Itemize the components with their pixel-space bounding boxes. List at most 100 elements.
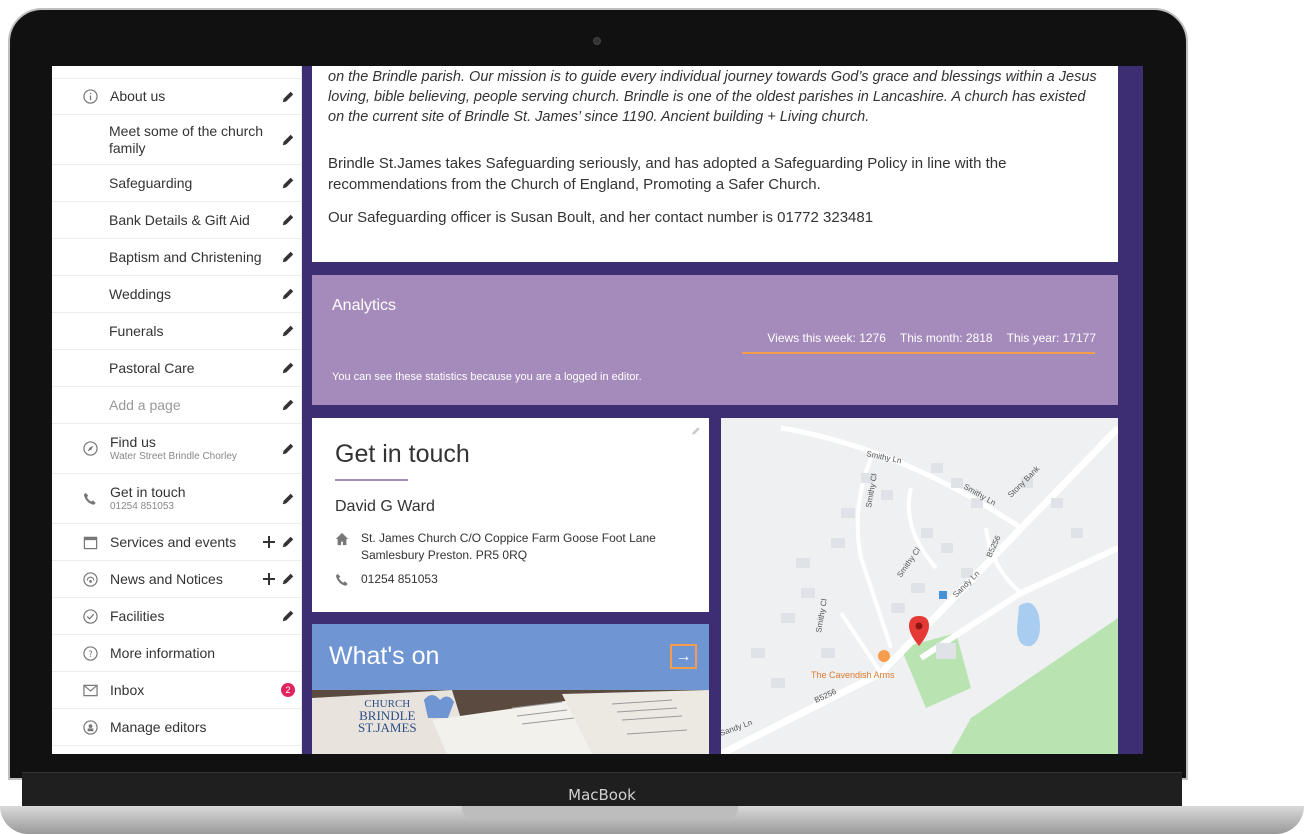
edit-pencil-icon[interactable] <box>281 90 295 104</box>
sidebar-item-weddings[interactable]: Weddings <box>52 276 301 313</box>
contact-phone[interactable]: 01254 851053 <box>361 572 438 586</box>
add-icon[interactable] <box>263 536 275 548</box>
safeguarding-officer-text: Our Safeguarding officer is Susan Boult,… <box>328 209 874 226</box>
edit-pencil-icon[interactable] <box>281 361 295 375</box>
sidebar-item-more-info[interactable]: ? More information <box>52 635 301 672</box>
sidebar-item-church-family[interactable]: Meet some of the church family <box>52 115 301 165</box>
envelope-icon <box>82 682 98 698</box>
analytics-title: Analytics <box>332 297 397 314</box>
sidebar-item-subtext: 01254 851053 <box>110 501 174 512</box>
question-icon: ? <box>82 645 98 661</box>
calendar-icon <box>82 534 98 550</box>
sidebar-item-label: News and Notices <box>110 570 223 587</box>
views-year: This year: 17177 <box>1006 331 1096 345</box>
edit-pencil-icon[interactable] <box>281 398 295 412</box>
contact-name: David G Ward <box>335 498 435 515</box>
edit-pencil-icon[interactable] <box>281 442 295 456</box>
sidebar-item-bank-details[interactable]: Bank Details & Gift Aid <box>52 202 301 239</box>
sidebar-item-baptism[interactable]: Baptism and Christening <box>52 239 301 276</box>
edit-pencil-icon[interactable] <box>281 492 295 506</box>
contact-title: Get in touch <box>335 440 470 468</box>
whats-on-panel: What's on → CHURCH BRINDLE ST.JAMES <box>312 624 709 754</box>
sidebar-item-label: Inbox <box>110 681 145 698</box>
pub-icon[interactable] <box>878 650 890 662</box>
home-icon <box>335 532 349 546</box>
add-icon[interactable] <box>263 573 275 585</box>
broadcast-icon <box>82 571 98 587</box>
editor-sidebar: About us Meet some of the church family … <box>52 66 302 754</box>
sidebar-item-label: Baptism and Christening <box>109 248 262 265</box>
sidebar-item-label: Manage editors <box>110 718 207 735</box>
edit-pencil-icon[interactable] <box>281 572 295 586</box>
sidebar-item-label: Find us <box>110 434 156 450</box>
check-circle-icon <box>82 608 98 624</box>
views-week: Views this week: 1276 <box>767 331 886 345</box>
sidebar-item-manage-editors[interactable]: Manage editors <box>52 709 301 746</box>
sidebar-item-inbox[interactable]: Inbox 2 <box>52 672 301 709</box>
sidebar-item-label: Add a page <box>109 396 181 413</box>
map-canvas[interactable]: Smithy Ln Smithy Cl Smithy Ln Stony Bank… <box>721 418 1118 754</box>
sidebar-item-label: Services and events <box>110 533 237 550</box>
views-month: This month: 2818 <box>899 331 993 345</box>
sidebar-item-pastoral-care[interactable]: Pastoral Care <box>52 350 301 387</box>
sidebar-item-label: About us <box>110 88 166 104</box>
whats-on-arrow-button[interactable]: → <box>670 644 697 669</box>
sidebar-item-label: More information <box>110 644 216 661</box>
sidebar-item-news[interactable]: News and Notices <box>52 561 301 598</box>
sidebar-item-label: Meet some of the church family <box>109 122 264 156</box>
whats-on-photo: CHURCH BRINDLE ST.JAMES <box>312 690 709 754</box>
analytics-underline <box>742 352 1095 354</box>
screen: About us Meet some of the church family … <box>52 66 1143 754</box>
sidebar-menu: About us Meet some of the church family … <box>52 78 301 746</box>
sidebar-item-funerals[interactable]: Funerals <box>52 313 301 350</box>
bus-stop-icon <box>939 591 947 599</box>
sidebar-item-label: Funerals <box>109 322 164 339</box>
location-map[interactable]: Smithy Ln Smithy Cl Smithy Ln Stony Bank… <box>721 418 1118 754</box>
mission-text: on the Brindle parish. Our mission is to… <box>328 69 1097 125</box>
safeguarding-text: Brindle St.James takes Safeguarding seri… <box>328 155 1007 193</box>
edit-pencil-icon[interactable] <box>281 609 295 623</box>
contact-card: Get in touch David G Ward St. James Chur… <box>312 418 709 612</box>
sidebar-item-label: Get in touch <box>110 484 186 500</box>
laptop-notch <box>462 806 738 818</box>
edit-pencil-icon[interactable] <box>281 133 295 147</box>
sidebar-item-services[interactable]: Services and events <box>52 524 301 561</box>
user-lock-icon <box>82 719 98 735</box>
sidebar-item-label: Bank Details & Gift Aid <box>109 211 250 228</box>
sidebar-item-about-us[interactable]: About us <box>52 78 301 115</box>
sidebar-item-label: Safeguarding <box>109 174 193 191</box>
edit-pencil-icon[interactable] <box>281 213 295 227</box>
sidebar-item-label: Pastoral Care <box>109 359 195 376</box>
whats-on-title: What's on <box>329 642 440 670</box>
edit-pencil-icon[interactable] <box>281 287 295 301</box>
laptop-frame: About us Meet some of the church family … <box>0 0 1304 834</box>
sidebar-item-subtext: Water Street Brindle Chorley <box>110 451 237 462</box>
sidebar-item-find-us[interactable]: Find us Water Street Brindle Chorley <box>52 424 301 474</box>
edit-pencil-icon[interactable] <box>281 250 295 264</box>
webcam <box>593 37 601 45</box>
compass-icon <box>82 441 98 457</box>
church-logo: CHURCH BRINDLE ST.JAMES <box>358 698 417 734</box>
analytics-stats: Views this week: 1276 This month: 2818 T… <box>767 331 1096 345</box>
inbox-count-badge: 2 <box>281 683 295 697</box>
info-icon <box>82 89 98 105</box>
phone-icon <box>335 573 348 586</box>
edit-pencil-icon[interactable] <box>281 535 295 549</box>
sidebar-item-label: Weddings <box>109 285 172 302</box>
logo-line-3: ST.JAMES <box>358 720 417 735</box>
sidebar-item-label: Facilities <box>110 607 165 624</box>
analytics-panel: Analytics Views this week: 1276 This mon… <box>312 275 1118 405</box>
edit-pencil-icon[interactable] <box>281 324 295 338</box>
sidebar-item-facilities[interactable]: Facilities <box>52 598 301 635</box>
sidebar-item-add-page[interactable]: Add a page <box>52 387 301 424</box>
sidebar-item-get-in-touch[interactable]: Get in touch 01254 851053 <box>52 474 301 524</box>
laptop-brand-label: MacBook <box>568 786 636 804</box>
about-text-card: on the Brindle parish. Our mission is to… <box>312 66 1118 262</box>
title-underline <box>335 479 408 481</box>
contact-address: St. James Church C/O Coppice Farm Goose … <box>361 531 656 562</box>
svg-text:?: ? <box>88 648 92 658</box>
sidebar-item-safeguarding[interactable]: Safeguarding <box>52 165 301 202</box>
phone-icon <box>82 491 98 507</box>
edit-pencil-icon[interactable] <box>691 426 701 436</box>
edit-pencil-icon[interactable] <box>281 176 295 190</box>
